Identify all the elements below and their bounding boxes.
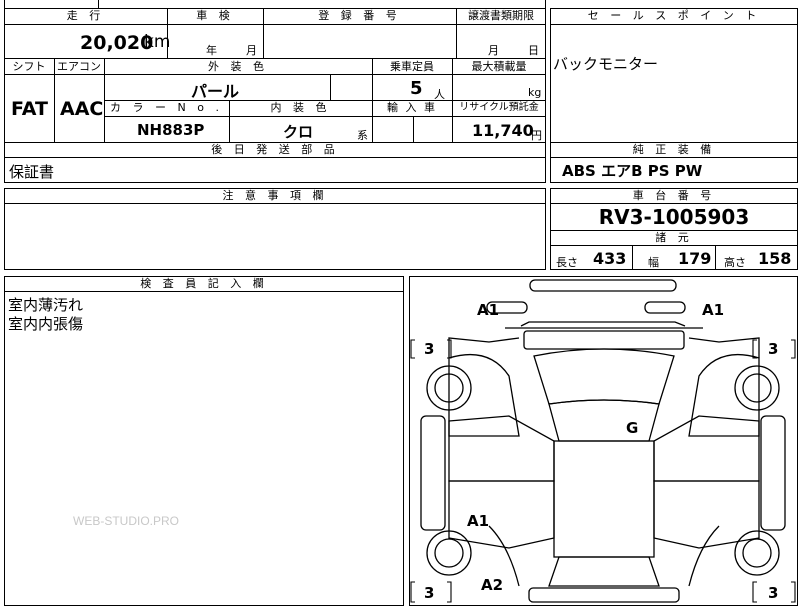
capacity-value: 5 bbox=[410, 78, 423, 99]
body-outline-shape bbox=[448, 337, 760, 358]
mark-bracket-left-bottom: 3 bbox=[424, 584, 434, 602]
aircon-value: AAC bbox=[60, 98, 104, 120]
front-right-wheel-shape bbox=[734, 365, 780, 411]
front-bumper-shape bbox=[529, 279, 677, 292]
car-diagram: A1 A1 G A1 A2 3 3 3 3 bbox=[410, 279, 796, 603]
transfer-deadline-label: 譲渡書類期限 bbox=[468, 9, 534, 22]
hood-shape bbox=[520, 321, 686, 327]
inspection-label: 車 検 bbox=[196, 9, 234, 22]
sales-point-label: セ ー ル ス ポ イ ン ト bbox=[587, 9, 761, 22]
color-number-label: カ ラ ー N o . bbox=[110, 101, 223, 114]
length-label: 長さ bbox=[556, 256, 578, 269]
transfer-day-unit: 日 bbox=[528, 44, 539, 57]
mark-bracket-right-bottom: 3 bbox=[768, 584, 778, 602]
mark-front-left: A1 bbox=[477, 301, 499, 319]
registration-label: 登 録 番 号 bbox=[318, 9, 401, 22]
transfer-month-unit: 月 bbox=[488, 44, 499, 57]
mark-rear-bumper: A2 bbox=[481, 576, 503, 594]
later-parts-value: 保証書 bbox=[9, 163, 55, 181]
capacity-unit: 人 bbox=[434, 88, 445, 101]
genuine-equipment-label: 純 正 装 備 bbox=[632, 143, 716, 156]
exterior-color-value: パール bbox=[191, 82, 240, 101]
width-value: 179 bbox=[678, 249, 712, 268]
mark-roof: G bbox=[626, 419, 638, 437]
shift-label: シフト bbox=[12, 60, 46, 73]
import-car-label: 輸 入 車 bbox=[387, 101, 437, 114]
mileage-unit: km bbox=[144, 32, 171, 52]
inspection-year-unit: 年 bbox=[206, 44, 217, 57]
later-parts-label: 後 日 発 送 部 品 bbox=[211, 143, 339, 156]
load-unit: kg bbox=[528, 86, 542, 99]
left-doors-shape bbox=[448, 415, 555, 482]
recycle-deposit-unit: 円 bbox=[531, 129, 542, 142]
cut-row-fragment bbox=[4, 0, 546, 9]
recycle-deposit-label: リサイクル預託金 bbox=[459, 102, 539, 113]
height-value: 158 bbox=[758, 249, 792, 268]
mileage-label: 走 行 bbox=[66, 9, 105, 22]
mark-bracket-right-top: 3 bbox=[768, 340, 778, 358]
height-label: 高さ bbox=[724, 256, 746, 269]
mileage-value: 20,020 bbox=[80, 32, 154, 54]
color-number-value: NH883P bbox=[137, 121, 205, 139]
roof-shape bbox=[548, 399, 660, 442]
front-grille-shape bbox=[523, 330, 685, 350]
aircon-label: エアコン bbox=[57, 60, 101, 73]
sales-point-text: バックモニター bbox=[553, 55, 659, 73]
rear-right-wheel-shape bbox=[734, 530, 780, 576]
inspector-notes-label: 検 査 員 記 入 欄 bbox=[140, 277, 268, 290]
sales-point-box bbox=[550, 8, 798, 143]
rear-window-shape bbox=[548, 556, 660, 587]
inspector-note-line-2: 室内内張傷 bbox=[8, 315, 84, 333]
chassis-number-label: 車 台 番 号 bbox=[632, 189, 716, 202]
max-load-label: 最大積載量 bbox=[471, 60, 527, 73]
shift-value: FAT bbox=[11, 98, 48, 120]
width-label: 幅 bbox=[648, 256, 659, 269]
dimensions-label: 諸 元 bbox=[655, 231, 693, 244]
genuine-equipment-value: ABS エアB PS PW bbox=[562, 162, 703, 180]
length-value: 433 bbox=[593, 249, 627, 268]
capacity-label: 乗車定員 bbox=[390, 60, 434, 73]
notes-label: 注 意 事 項 欄 bbox=[222, 189, 328, 202]
exterior-color-label: 外 装 色 bbox=[208, 60, 268, 73]
inspection-month-unit: 月 bbox=[246, 44, 257, 57]
interior-color-value: クロ bbox=[283, 123, 314, 141]
watermark: WEB-STUDIO.PRO bbox=[73, 514, 180, 528]
interior-color-suffix: 系 bbox=[357, 129, 368, 142]
mark-front-right: A1 bbox=[702, 301, 724, 319]
right-headlight-shape bbox=[644, 301, 686, 314]
interior-color-label: 内 装 色 bbox=[270, 101, 331, 114]
mark-bracket-left-top: 3 bbox=[424, 340, 434, 358]
chassis-number-value: RV3-1005903 bbox=[598, 205, 750, 229]
recycle-deposit-value: 11,740 bbox=[472, 121, 534, 140]
right-doors-shape bbox=[653, 415, 760, 482]
inspector-note-line-1: 室内薄汚れ bbox=[8, 296, 84, 314]
mark-rear-left-door: A1 bbox=[467, 512, 489, 530]
windshield-shape bbox=[533, 348, 675, 405]
